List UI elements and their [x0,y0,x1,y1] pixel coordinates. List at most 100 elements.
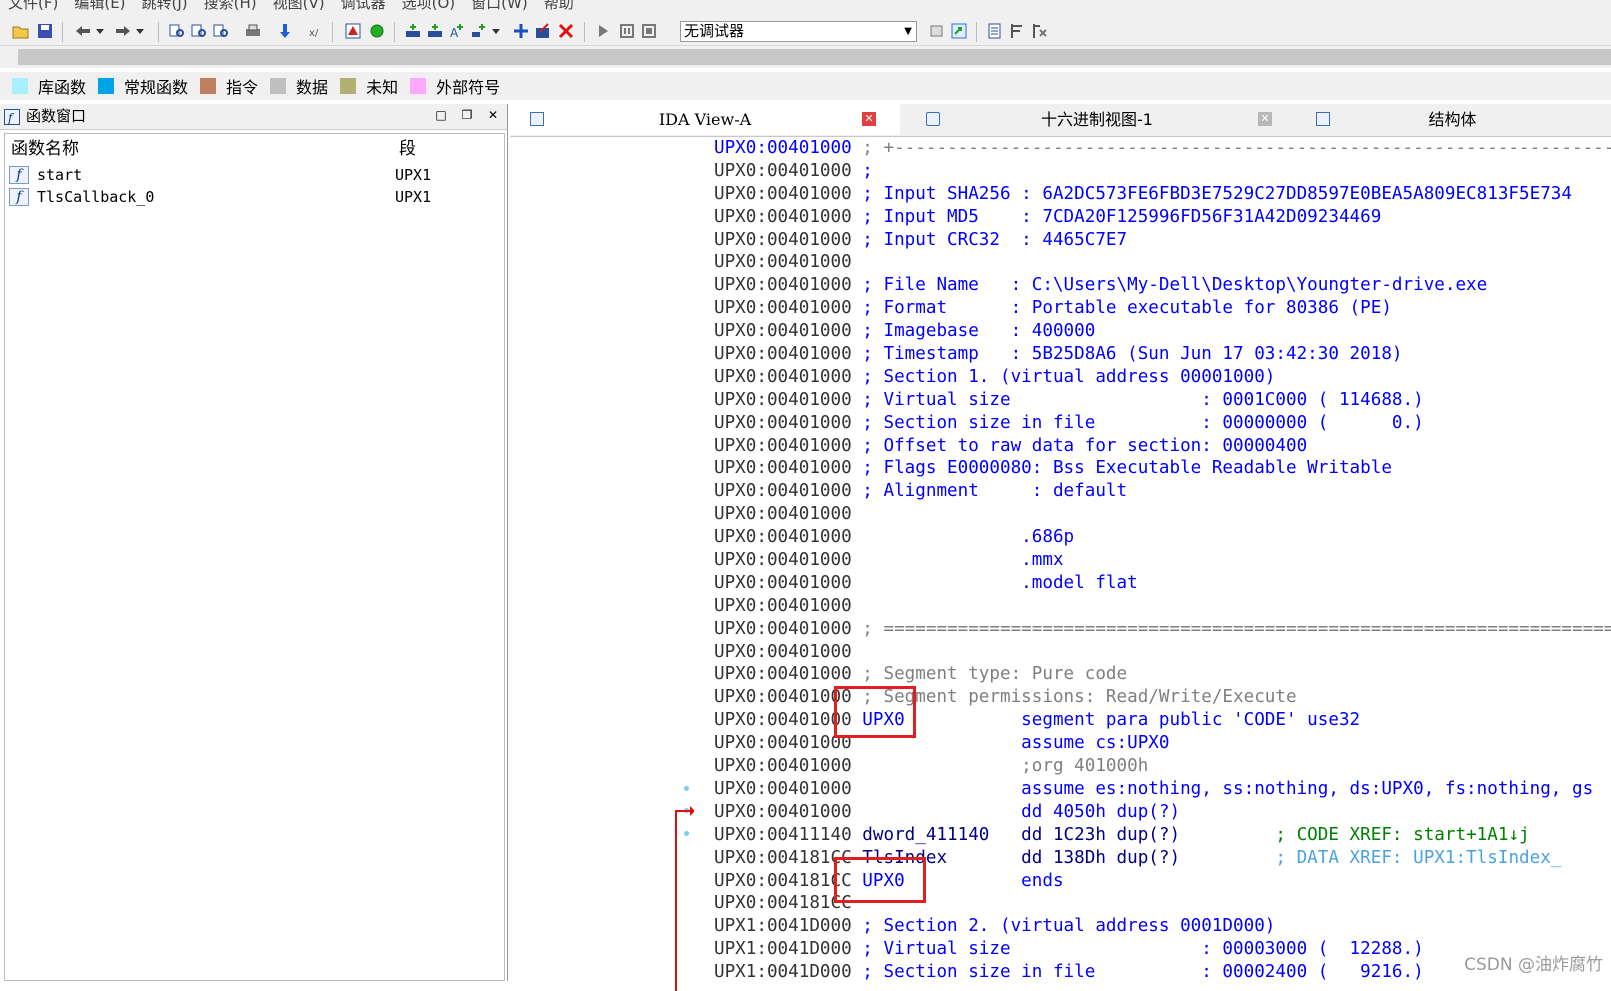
close-icon[interactable]: ✕ [484,106,502,124]
listing-line[interactable]: UPX0:00401000 ; Section size in file : 0… [714,412,1611,435]
legend-swatch-5 [410,78,427,94]
listing-line[interactable]: UPX0:00401000 ; Virtual size : 0001C000 … [714,389,1611,412]
restore-icon[interactable]: ❐ [458,106,476,124]
print-icon[interactable] [244,22,262,40]
tab-ida-view-a[interactable]: IDA View-A ✕ [510,104,900,135]
menu-item-3[interactable]: 搜索(H) [204,0,257,18]
menu-item-8[interactable]: 帮助 [544,0,574,18]
listing-line[interactable]: UPX0:00401000 ; Section 1. (virtual addr… [714,366,1611,389]
legend-swatch-2 [200,78,217,94]
listing-line[interactable]: UPX0:00401000 ; Imagebase : 400000 [714,320,1611,343]
listing-line[interactable]: UPX0:00401000 ; Input SHA256 : 6A2DC573F… [714,183,1611,206]
listing-line[interactable]: UPX0:00401000 ; Format : Portable execut… [714,297,1611,320]
maximize-icon[interactable]: □ [432,106,450,124]
menu-item-5[interactable]: 调试器 [341,0,386,18]
search-immediate-icon[interactable] [212,22,230,40]
listing-line[interactable]: UPX0:00401000 .model flat [714,572,1611,595]
listing-line[interactable]: UPX0:00401000 ; Segment type: Pure code [714,663,1611,686]
create-dropdown-icon[interactable] [490,22,502,40]
jump-down-icon[interactable] [276,22,294,40]
line-address: UPX0:00401000 [714,458,852,479]
line-address: UPX1:0041D000 [714,962,852,981]
listing-line[interactable]: UPX0:00401000 ; File Name : C:\Users\My-… [714,274,1611,297]
listing-line[interactable]: UPX0:00401000 ; Timestamp : 5B25D8A6 (Su… [714,343,1611,366]
listing-line[interactable]: UPX0:00401000 dd 4050h dup(?) [714,801,1611,824]
close-icon[interactable]: ✕ [862,112,876,126]
menu-item-0[interactable]: 文件(F) [8,0,58,18]
legend-swatch-3 [270,78,287,94]
tab-hex-view-1[interactable]: 十六进制视图-1 ✕ [902,104,1292,135]
listing-line[interactable]: UPX0:00401000 .mmx [714,549,1611,572]
listing-line[interactable]: UPX0:00401000 ;org 401000h [714,755,1611,778]
svg-text:A: A [450,26,459,40]
add-enum-icon[interactable] [512,22,530,40]
navigation-band[interactable] [0,46,1611,68]
listing-line[interactable]: UPX0:00411140 dword_411140 dd 1C23h dup(… [714,824,1611,847]
delete-red-x-icon[interactable] [557,22,575,40]
clear-breakpoint-icon[interactable] [1030,22,1048,40]
line-text: .mmx [851,550,1064,571]
listing-line[interactable]: UPX0:00401000 ; Input CRC32 : 4465C7E7 [714,229,1611,252]
code-icon[interactable]: x/ [306,22,324,40]
line-address: UPX1:0041D000 [714,916,852,937]
graph-view-icon[interactable] [344,22,362,40]
open-file-icon[interactable] [12,22,30,40]
tab-structures[interactable]: 结构体 [1294,104,1611,135]
menu-item-7[interactable]: 窗口(W) [471,0,528,18]
line-address: UPX0:004181CC [714,870,852,891]
attach-process-icon[interactable] [950,22,968,40]
menu-item-1[interactable]: 编辑(E) [74,0,125,18]
create-function-icon[interactable] [404,22,422,40]
save-icon[interactable] [36,22,54,40]
menu-item-4[interactable]: 视图(V) [273,0,325,18]
listing-line[interactable]: UPX0:00401000 assume es:nothing, ss:noth… [714,778,1611,801]
listing-line[interactable]: UPX0:00401000 .686p [714,526,1611,549]
stop-icon[interactable] [640,22,658,40]
create-data-icon[interactable] [426,22,444,40]
functions-window: f 函数窗口 □ ❐ ✕ 函数名称 段 f start UPX1 f TlsCallba… [0,104,508,981]
listing-line[interactable]: UPX0:00401000 ; +-----------------------… [714,137,1611,160]
listing-line[interactable]: UPX0:00401000 ; Flags E0000080: Bss Exec… [714,457,1611,480]
listing-line[interactable]: UPX0:00401000 [714,503,1611,526]
line-address: UPX0:00401000 [714,435,852,456]
column-header-function-name[interactable]: 函数名称 [11,134,79,164]
listing-line[interactable]: UPX0:00401000 ; Alignment : default [714,480,1611,503]
close-icon[interactable]: ✕ [1258,112,1272,126]
forward-history-dropdown-icon[interactable] [134,22,146,40]
listing-line[interactable]: UPX1:0041D000 ; Section 2. (virtual addr… [714,915,1611,938]
listing-line[interactable]: UPX0:00401000 [714,251,1611,274]
listing-line[interactable]: UPX0:00401000 [714,595,1611,618]
back-history-dropdown-icon[interactable] [94,22,106,40]
back-arrow-icon[interactable] [74,22,92,40]
breakpoint-icon[interactable] [1008,22,1026,40]
search-binary-icon[interactable] [190,22,208,40]
menu-item-2[interactable]: 跳转(J) [142,0,188,18]
function-row[interactable]: f TlsCallback_0 UPX1 [5,186,504,208]
listing-line[interactable]: UPX0:00401000 ; Input MD5 : 7CDA20F12599… [714,206,1611,229]
debugger-options-icon[interactable] [928,22,946,40]
listing-line[interactable]: UPX0:00401000 [714,641,1611,664]
line-address: UPX0:004181CC [714,893,852,914]
green-circle-icon[interactable] [368,22,386,40]
forward-arrow-icon[interactable] [114,22,132,40]
column-header-segment[interactable]: 段 [399,134,416,164]
create-struct-icon[interactable] [470,22,488,40]
pause-icon[interactable] [618,22,636,40]
disassembly-listing[interactable]: UPX0:00401000 ; +-----------------------… [714,137,1611,981]
listing-line[interactable]: UPX0:00401000 ; ========================… [714,618,1611,641]
function-name: start [37,166,83,184]
segments-icon[interactable] [986,22,1004,40]
debugger-select[interactable]: 无调试器 ▼ [680,21,917,42]
listing-line[interactable]: UPX0:00401000 ; Offset to raw data for s… [714,435,1611,458]
menu-item-6[interactable]: 选项(O) [402,0,456,18]
function-segment: UPX1 [395,166,432,184]
search-text-icon[interactable] [168,22,186,40]
run-play-icon[interactable] [594,22,612,40]
legend-label-2: 指令 [226,78,259,97]
create-string-icon[interactable]: A [448,22,466,40]
listing-line[interactable]: UPX0:00401000 ; [714,160,1611,183]
tab-label: IDA View-A [658,110,752,129]
function-row[interactable]: f start UPX1 [5,164,504,186]
line-text: .686p [851,527,1075,548]
edit-icon[interactable] [534,22,552,40]
